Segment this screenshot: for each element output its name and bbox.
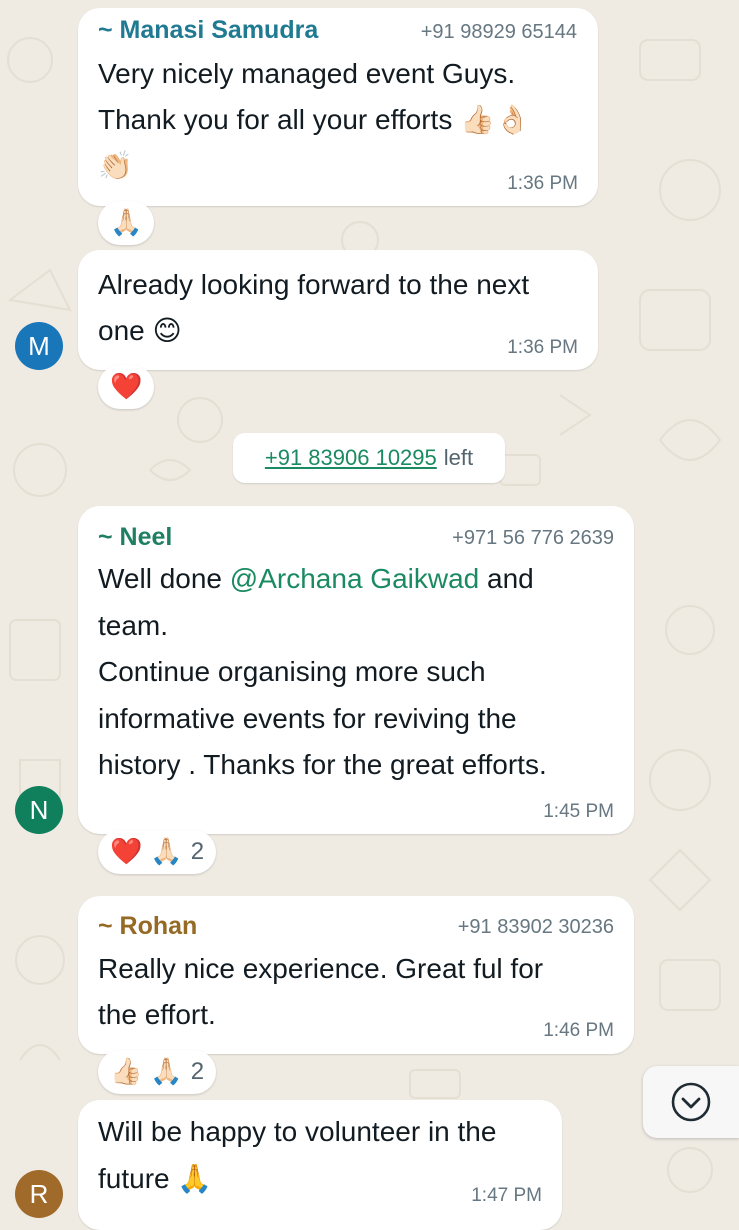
system-phone-link[interactable]: +91 83906 10295 (265, 445, 437, 471)
system-message: +91 83906 10295 left (233, 433, 505, 483)
avatar[interactable]: M (15, 322, 63, 370)
scroll-to-bottom-button[interactable] (643, 1066, 739, 1138)
sender-phone: +91 98929 65144 (420, 21, 577, 43)
message-text-line: informative events for reviving the (98, 703, 517, 734)
message-text-line: one 😊 (98, 315, 182, 346)
thumbs-up-emoji: 👍🏻 (110, 1057, 143, 1087)
reaction-pill[interactable]: ❤️ (98, 365, 155, 409)
message-text-line: Really nice experience. Great ful for (98, 953, 544, 984)
message-text-line: Will be happy to volunteer in the (98, 1116, 497, 1147)
message-timestamp: 1:46 PM (543, 1020, 614, 1041)
message-bubble-rohan-2[interactable]: Will be happy to volunteer in the future… (78, 1100, 562, 1230)
message-text-line: Already looking forward to the next (98, 269, 530, 300)
message-bubble-manasi[interactable]: ~ Manasi Samudra +91 98929 65144 Very ni… (78, 8, 598, 206)
avatar[interactable]: R (15, 1170, 63, 1218)
text-segment: and (479, 563, 534, 594)
message-text-line: team. (98, 610, 169, 641)
avatar[interactable]: N (15, 786, 63, 834)
reaction-count: 2 (190, 1058, 205, 1085)
reaction-pill[interactable]: 👍🏻 🙏🏻 2 (98, 1050, 217, 1094)
mention-link[interactable]: @Archana Gaikwad (230, 563, 479, 594)
message-text-line: 👏🏻 (98, 150, 133, 181)
message-bubble-rohan[interactable]: ~ Rohan +91 83902 30236 Really nice expe… (78, 896, 634, 1054)
system-text: left (443, 445, 474, 470)
text-segment: Well done (98, 563, 230, 594)
heart-emoji: ❤️ (110, 372, 143, 402)
folded-hands-emoji: 🙏🏻 (150, 1057, 183, 1087)
message-timestamp: 1:45 PM (543, 801, 614, 822)
message-timestamp: 1:36 PM (507, 337, 578, 358)
message-text-line: Continue organising more such (98, 656, 486, 687)
message-text-line: future 🙏 (98, 1163, 213, 1194)
message-text-line: the effort. (98, 999, 216, 1030)
message-text-line: Thank you for all your efforts 👍🏻👌🏻 (98, 104, 530, 135)
folded-hands-emoji: 🙏🏻 (110, 208, 143, 238)
message-timestamp: 1:47 PM (471, 1185, 542, 1206)
chevron-down-icon (671, 1082, 711, 1122)
sender-name[interactable]: ~ Rohan (98, 912, 197, 941)
message-bubble-neel[interactable]: ~ Neel +971 56 776 2639 Well done @Archa… (78, 506, 634, 834)
message-text-line: Well done @Archana Gaikwad and (98, 562, 534, 596)
reaction-pill[interactable]: ❤️ 🙏🏻 2 (98, 830, 217, 874)
sender-phone: +91 83902 30236 (457, 916, 614, 938)
message-timestamp: 1:36 PM (507, 173, 578, 194)
message-text-line: history . Thanks for the great efforts. (98, 749, 547, 780)
folded-hands-emoji: 🙏🏻 (150, 837, 183, 867)
heart-emoji: ❤️ (110, 837, 143, 867)
message-bubble-manasi-2[interactable]: Already looking forward to the next one … (78, 250, 598, 370)
reaction-pill[interactable]: 🙏🏻 (98, 201, 155, 245)
sender-name[interactable]: ~ Manasi Samudra (98, 16, 318, 45)
sender-phone: +971 56 776 2639 (452, 527, 614, 549)
reaction-count: 2 (190, 838, 205, 865)
message-text-line: Very nicely managed event Guys. (98, 58, 516, 89)
sender-name[interactable]: ~ Neel (98, 523, 172, 552)
